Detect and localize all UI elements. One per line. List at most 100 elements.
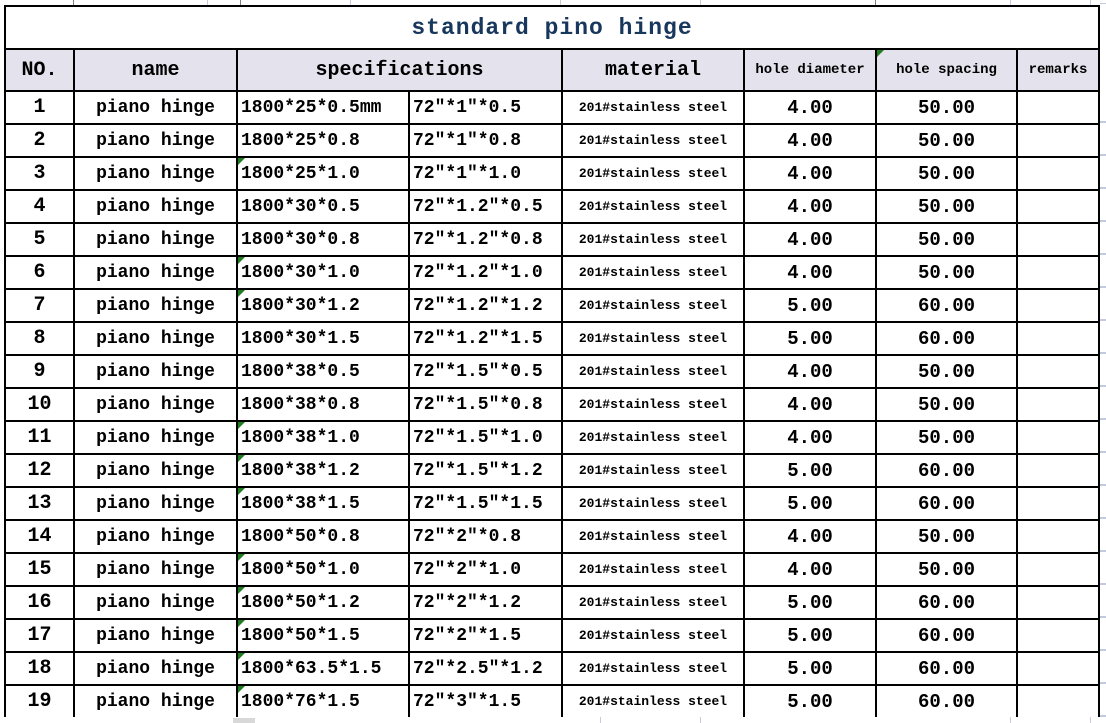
cell-name[interactable]: piano hinge: [74, 388, 237, 421]
cell-hole-diameter[interactable]: 4.00: [744, 421, 876, 454]
cell-spec-mm[interactable]: 1800*25*0.8: [237, 124, 409, 157]
cell-no[interactable]: 19: [5, 685, 74, 718]
cell-no[interactable]: 1: [5, 91, 74, 124]
cell-hole-diameter[interactable]: 5.00: [744, 322, 876, 355]
cell-material[interactable]: 201#stainless steel: [562, 322, 744, 355]
cell-material[interactable]: 201#stainless steel: [562, 454, 744, 487]
cell-hole-diameter[interactable]: 4.00: [744, 223, 876, 256]
cell-hole-spacing[interactable]: 50.00: [876, 157, 1017, 190]
cell-hole-spacing[interactable]: 50.00: [876, 355, 1017, 388]
cell-hole-diameter[interactable]: 5.00: [744, 652, 876, 685]
cell-name[interactable]: piano hinge: [74, 586, 237, 619]
cell-hole-diameter[interactable]: 5.00: [744, 619, 876, 652]
cell-hole-spacing[interactable]: 60.00: [876, 619, 1017, 652]
cell-remarks[interactable]: [1017, 157, 1099, 190]
table-title[interactable]: standard pino hinge: [5, 6, 1099, 49]
cell-spec-inch[interactable]: 72″*1″*1.0: [409, 157, 562, 190]
cell-name[interactable]: piano hinge: [74, 685, 237, 718]
cell-no[interactable]: 6: [5, 256, 74, 289]
cell-hole-spacing[interactable]: 60.00: [876, 586, 1017, 619]
cell-spec-mm[interactable]: 1800*38*1.5: [237, 487, 409, 520]
cell-name[interactable]: piano hinge: [74, 157, 237, 190]
cell-hole-spacing[interactable]: 50.00: [876, 256, 1017, 289]
cell-material[interactable]: 201#stainless steel: [562, 421, 744, 454]
cell-no[interactable]: 5: [5, 223, 74, 256]
cell-spec-inch[interactable]: 72″*1.2″*0.8: [409, 223, 562, 256]
cell-hole-spacing[interactable]: 50.00: [876, 91, 1017, 124]
cell-hole-diameter[interactable]: 4.00: [744, 157, 876, 190]
cell-hole-spacing[interactable]: 60.00: [876, 487, 1017, 520]
cell-material[interactable]: 201#stainless steel: [562, 256, 744, 289]
cell-material[interactable]: 201#stainless steel: [562, 685, 744, 718]
cell-spec-inch[interactable]: 72″*1″*0.5: [409, 91, 562, 124]
col-header-specifications[interactable]: specifications: [237, 49, 562, 91]
cell-hole-diameter[interactable]: 4.00: [744, 553, 876, 586]
cell-hole-spacing[interactable]: 60.00: [876, 652, 1017, 685]
cell-spec-mm[interactable]: 1800*30*0.8: [237, 223, 409, 256]
cell-material[interactable]: 201#stainless steel: [562, 520, 744, 553]
cell-name[interactable]: piano hinge: [74, 454, 237, 487]
cell-hole-spacing[interactable]: 60.00: [876, 289, 1017, 322]
cell-spec-inch[interactable]: 72″*3″*1.5: [409, 685, 562, 718]
cell-spec-inch[interactable]: 72″*1.2″*1.0: [409, 256, 562, 289]
cell-material[interactable]: 201#stainless steel: [562, 157, 744, 190]
cell-name[interactable]: piano hinge: [74, 190, 237, 223]
cell-material[interactable]: 201#stainless steel: [562, 487, 744, 520]
cell-hole-diameter[interactable]: 5.00: [744, 586, 876, 619]
cell-material[interactable]: 201#stainless steel: [562, 91, 744, 124]
cell-remarks[interactable]: [1017, 586, 1099, 619]
cell-spec-mm[interactable]: 1800*38*1.2: [237, 454, 409, 487]
cell-hole-spacing[interactable]: 60.00: [876, 454, 1017, 487]
cell-remarks[interactable]: [1017, 223, 1099, 256]
cell-spec-mm[interactable]: 1800*30*1.5: [237, 322, 409, 355]
cell-spec-inch[interactable]: 72″*2″*1.2: [409, 586, 562, 619]
cell-no[interactable]: 4: [5, 190, 74, 223]
cell-material[interactable]: 201#stainless steel: [562, 124, 744, 157]
cell-hole-diameter[interactable]: 4.00: [744, 520, 876, 553]
cell-material[interactable]: 201#stainless steel: [562, 652, 744, 685]
cell-spec-inch[interactable]: 72″*2″*1.5: [409, 619, 562, 652]
col-header-name[interactable]: name: [74, 49, 237, 91]
cell-material[interactable]: 201#stainless steel: [562, 619, 744, 652]
cell-material[interactable]: 201#stainless steel: [562, 586, 744, 619]
col-header-hole-spacing[interactable]: hole spacing: [876, 49, 1017, 91]
cell-hole-diameter[interactable]: 4.00: [744, 355, 876, 388]
cell-spec-mm[interactable]: 1800*76*1.5: [237, 685, 409, 718]
cell-hole-diameter[interactable]: 4.00: [744, 124, 876, 157]
cell-no[interactable]: 16: [5, 586, 74, 619]
cell-name[interactable]: piano hinge: [74, 289, 237, 322]
cell-material[interactable]: 201#stainless steel: [562, 355, 744, 388]
cell-hole-diameter[interactable]: 5.00: [744, 289, 876, 322]
cell-no[interactable]: 11: [5, 421, 74, 454]
cell-spec-mm[interactable]: 1800*30*1.2: [237, 289, 409, 322]
cell-hole-diameter[interactable]: 4.00: [744, 256, 876, 289]
cell-name[interactable]: piano hinge: [74, 355, 237, 388]
cell-no[interactable]: 7: [5, 289, 74, 322]
cell-spec-inch[interactable]: 72″*1″*0.8: [409, 124, 562, 157]
cell-no[interactable]: 12: [5, 454, 74, 487]
cell-hole-spacing[interactable]: 50.00: [876, 553, 1017, 586]
cell-remarks[interactable]: [1017, 487, 1099, 520]
cell-no[interactable]: 10: [5, 388, 74, 421]
cell-no[interactable]: 2: [5, 124, 74, 157]
cell-spec-mm[interactable]: 1800*30*1.0: [237, 256, 409, 289]
cell-name[interactable]: piano hinge: [74, 322, 237, 355]
cell-hole-spacing[interactable]: 60.00: [876, 685, 1017, 718]
cell-spec-inch[interactable]: 72″*2″*1.0: [409, 553, 562, 586]
cell-name[interactable]: piano hinge: [74, 619, 237, 652]
cell-material[interactable]: 201#stainless steel: [562, 190, 744, 223]
cell-spec-inch[interactable]: 72″*2.5″*1.2: [409, 652, 562, 685]
cell-hole-diameter[interactable]: 5.00: [744, 454, 876, 487]
cell-name[interactable]: piano hinge: [74, 487, 237, 520]
col-header-remarks[interactable]: remarks: [1017, 49, 1099, 91]
cell-no[interactable]: 17: [5, 619, 74, 652]
cell-material[interactable]: 201#stainless steel: [562, 223, 744, 256]
cell-name[interactable]: piano hinge: [74, 91, 237, 124]
cell-remarks[interactable]: [1017, 454, 1099, 487]
cell-name[interactable]: piano hinge: [74, 553, 237, 586]
cell-spec-mm[interactable]: 1800*50*1.0: [237, 553, 409, 586]
cell-name[interactable]: piano hinge: [74, 256, 237, 289]
cell-remarks[interactable]: [1017, 553, 1099, 586]
cell-name[interactable]: piano hinge: [74, 652, 237, 685]
cell-spec-mm[interactable]: 1800*25*1.0: [237, 157, 409, 190]
